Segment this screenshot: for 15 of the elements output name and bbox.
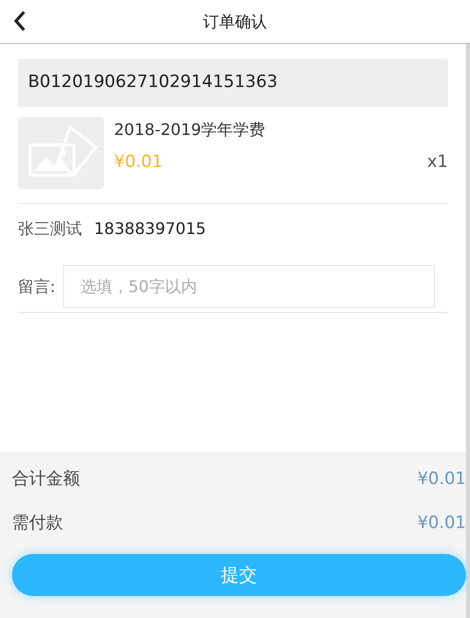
submit-button[interactable]: 提交 — [12, 554, 466, 596]
page-title: 订单确认 — [203, 10, 267, 32]
message-field[interactable]: 选填，50字以内 — [63, 265, 436, 308]
total-value: ¥0.01 — [417, 468, 466, 492]
contact-phone: 18388397015 — [94, 218, 206, 240]
contact-name: 张三测试 — [18, 218, 82, 240]
product-name: 2018-2019学年学费 — [114, 119, 266, 141]
total-label: 需付款 — [12, 512, 63, 536]
message-label: 留言: — [18, 276, 56, 298]
order-number: B0120190627102914151363 — [18, 59, 448, 107]
product-price: ¥0.01 — [114, 151, 163, 174]
total-value: ¥0.01 — [417, 512, 466, 536]
product-quantity: x1 — [427, 151, 448, 174]
total-label: 合计金额 — [12, 468, 80, 492]
back-icon — [13, 10, 27, 32]
